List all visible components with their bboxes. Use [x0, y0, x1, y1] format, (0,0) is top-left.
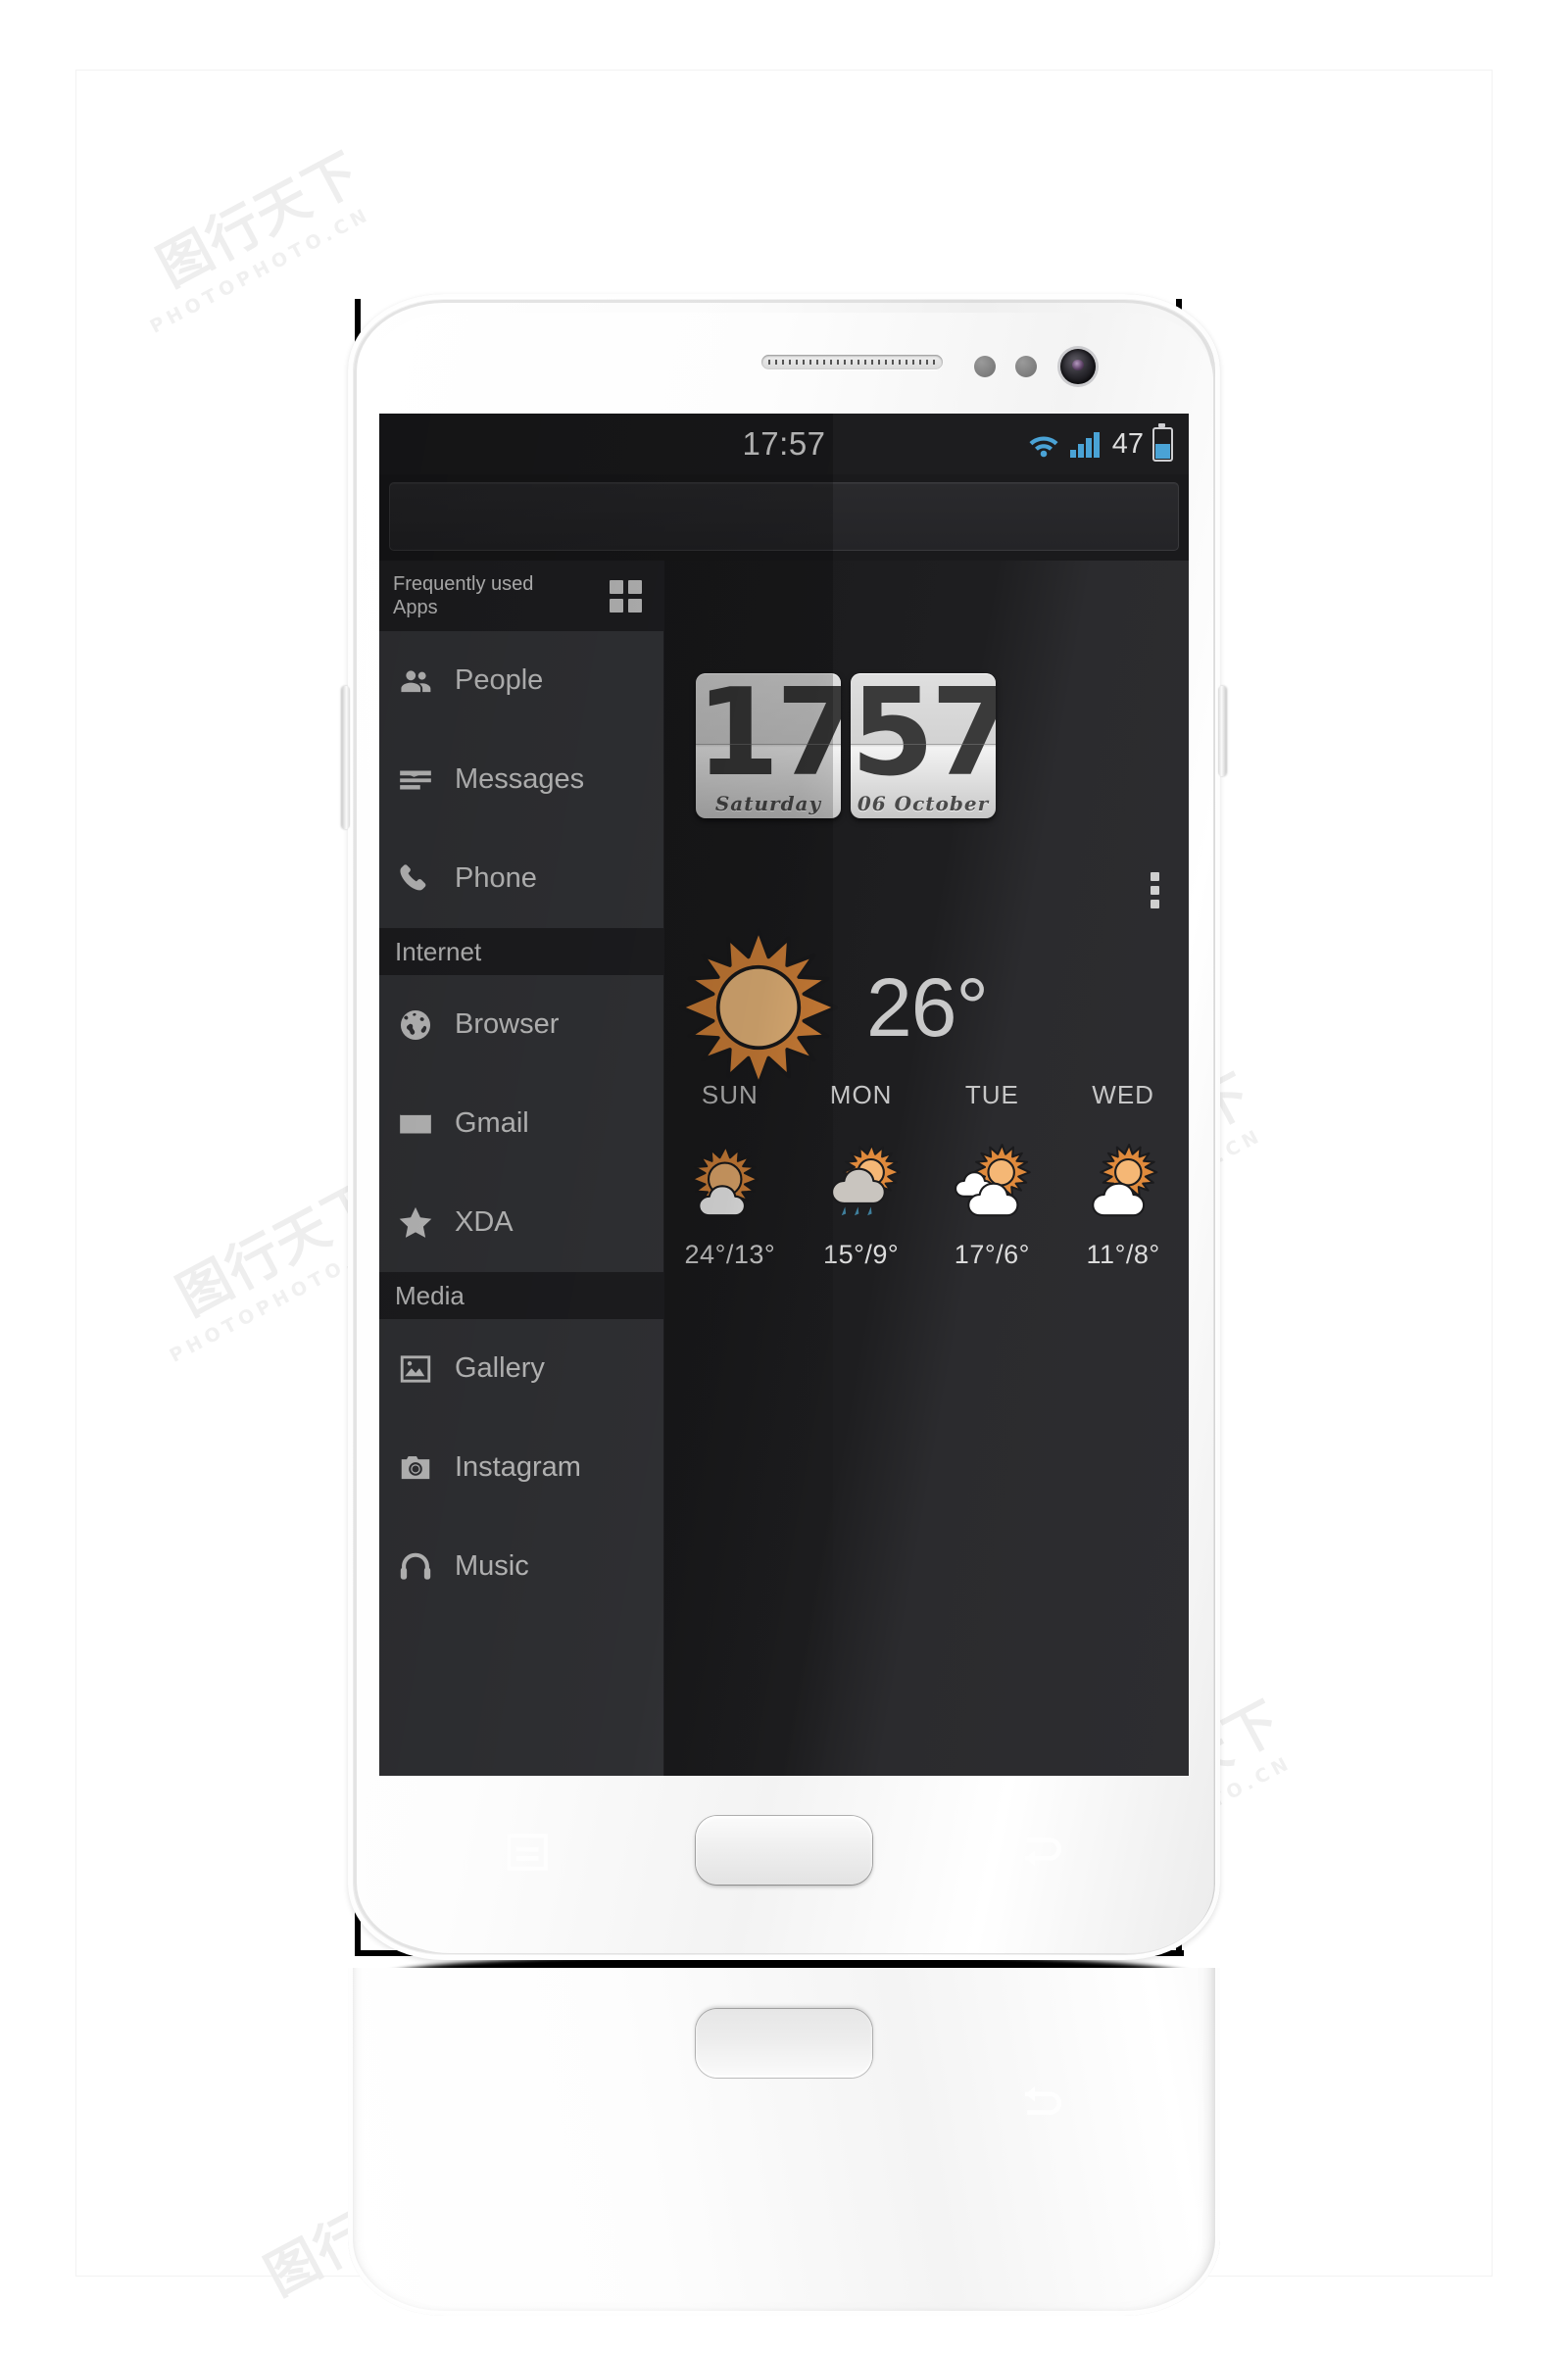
sidebar-item-browser[interactable]: Browser — [379, 975, 663, 1074]
sun-clouds-icon — [927, 1136, 1058, 1226]
status-bar: 17:57 47 — [379, 414, 1189, 474]
flip-minutes-digits: 57 — [851, 673, 996, 804]
page-canvas: 图行天下 PHOTOPHOTO.CN 图行天下 PHOTOPHOTO.CN 图行… — [0, 0, 1568, 2353]
forecast-temps: 15°/9° — [823, 1240, 900, 1269]
phone-device: 17:57 47 Frequently used Apps People Mes… — [342, 294, 1226, 1960]
flip-hours-caption: Saturday — [714, 792, 822, 815]
phone-screen: 17:57 47 Frequently used Apps People Mes… — [379, 414, 1189, 1776]
battery-percent-label: 47 — [1111, 427, 1144, 460]
sun-cloud-icon — [664, 1136, 796, 1226]
sidebar-item-phone[interactable]: Phone — [379, 829, 663, 928]
status-bar-icons: 47 — [1027, 414, 1173, 474]
sidebar-item-label: Browser — [455, 1008, 560, 1040]
volume-rocker[interactable] — [342, 686, 350, 829]
wifi-icon — [1029, 436, 1058, 458]
menu-key-icon[interactable] — [500, 1828, 555, 1877]
forecast-day-label: WED — [1092, 1080, 1154, 1109]
rain-cloud-icon — [796, 1136, 927, 1226]
sidebar-item-people[interactable]: People — [379, 631, 663, 730]
light-sensor-icon — [1015, 356, 1037, 377]
back-key-icon[interactable] — [1014, 1828, 1069, 1877]
forecast-day[interactable]: MON 15°/9° — [796, 1080, 927, 1270]
proximity-sensor-icon — [974, 356, 996, 377]
sidebar-item-gmail[interactable]: Gmail — [379, 1074, 663, 1173]
home-button[interactable] — [696, 1816, 872, 1885]
power-button[interactable] — [1218, 686, 1226, 776]
sidebar-item-label: Instagram — [455, 1451, 581, 1483]
forecast-row: SUN 24°/13° MON 15°/9° TUE 17°/6° WED 11… — [664, 1080, 1189, 1270]
sidebar-item-messages[interactable]: Messages — [379, 730, 663, 829]
sidebar-item-label: Music — [455, 1550, 529, 1582]
search-bar-placeholder[interactable] — [389, 482, 1179, 551]
forecast-temps: 17°/6° — [954, 1240, 1030, 1269]
back-key-icon — [1025, 2085, 1061, 2115]
sidebar-section-internet: Internet — [379, 928, 663, 975]
flip-hours: 17 Saturday — [696, 673, 841, 818]
more-vertical-icon[interactable] — [1151, 872, 1159, 908]
globe-icon — [396, 1005, 435, 1045]
camera-icon — [396, 1448, 435, 1488]
home-widget-panel: 17 Saturday 57 06 October 26° SUN 24°/13… — [664, 561, 1189, 1776]
sidebar-item-label: Messages — [455, 763, 585, 795]
app-drawer-sidebar: Frequently used Apps People Messages Pho… — [379, 561, 664, 1776]
flip-hours-digits: 17 — [696, 673, 841, 804]
flip-seam — [851, 744, 996, 745]
people-icon — [396, 662, 435, 701]
sidebar-item-label: Phone — [455, 862, 537, 894]
headphones-icon — [396, 1547, 435, 1587]
forecast-day-label: MON — [829, 1080, 893, 1109]
sidebar-item-xda[interactable]: XDA — [379, 1173, 663, 1272]
flip-minutes-caption: 06 October — [857, 792, 990, 815]
menu-key-icon — [507, 2082, 548, 2119]
front-camera — [1060, 349, 1096, 384]
signal-icon — [1069, 432, 1100, 458]
forecast-temps: 11°/8° — [1086, 1240, 1160, 1269]
sidebar-header-title: Frequently used Apps — [393, 573, 534, 618]
sidebar-item-music[interactable]: Music — [379, 1517, 663, 1616]
forecast-day-label: SUN — [701, 1080, 759, 1109]
envelope-icon — [396, 1104, 435, 1144]
forecast-day-label: TUE — [964, 1080, 1019, 1109]
current-temperature: 26° — [866, 960, 989, 1054]
forecast-day[interactable]: WED 11°/8° — [1057, 1080, 1189, 1270]
star-icon — [396, 1203, 435, 1243]
sidebar-item-label: People — [455, 664, 544, 696]
sidebar-header[interactable]: Frequently used Apps — [379, 561, 663, 631]
sun-icon — [678, 927, 839, 1088]
sidebar-item-label: Gallery — [455, 1352, 545, 1384]
earpiece-speaker — [761, 355, 943, 369]
messages-icon — [396, 760, 435, 800]
phone-icon — [396, 859, 435, 899]
battery-icon — [1152, 422, 1173, 462]
sidebar-section-media: Media — [379, 1272, 663, 1319]
image-icon — [396, 1349, 435, 1389]
flip-minutes: 57 06 October — [851, 673, 996, 818]
current-weather[interactable]: 26° — [674, 923, 989, 1092]
grid-apps-icon[interactable] — [610, 579, 642, 613]
flip-clock-widget[interactable]: 17 Saturday 57 06 October — [696, 673, 996, 818]
sidebar-item-label: XDA — [455, 1206, 514, 1238]
forecast-day[interactable]: TUE 17°/6° — [927, 1080, 1058, 1270]
sun-cloud-icon — [1057, 1136, 1189, 1226]
home-button — [696, 2009, 872, 2078]
notification-strip[interactable] — [379, 474, 1189, 561]
sidebar-item-instagram[interactable]: Instagram — [379, 1418, 663, 1517]
flip-seam — [696, 744, 841, 745]
sidebar-item-label: Gmail — [455, 1107, 529, 1139]
sidebar-item-gallery[interactable]: Gallery — [379, 1319, 663, 1418]
forecast-temps: 24°/13° — [684, 1240, 776, 1269]
forecast-day[interactable]: SUN 24°/13° — [664, 1080, 796, 1270]
home-screen-body: Frequently used Apps People Messages Pho… — [379, 561, 1189, 1776]
status-bar-clock: 17:57 — [742, 425, 826, 462]
